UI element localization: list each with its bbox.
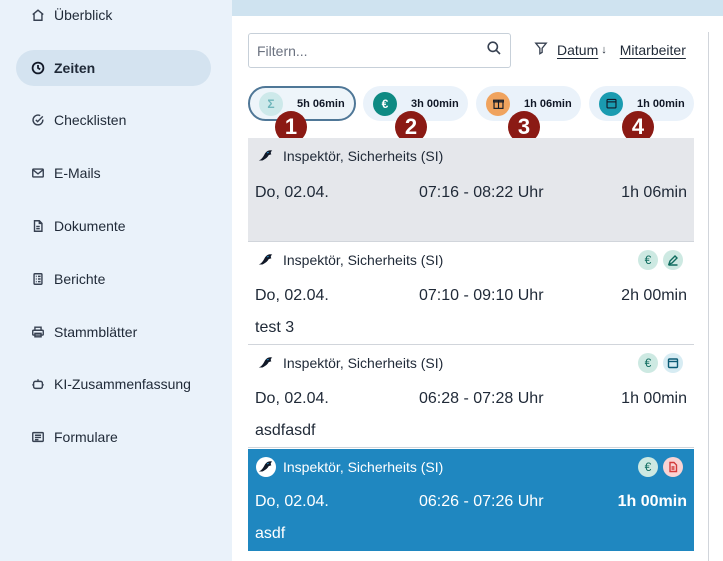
entry-date: Do, 02.04.: [255, 287, 329, 304]
sidebar-item-zeiten[interactable]: Zeiten: [16, 50, 211, 86]
calendar-icon: [663, 353, 683, 373]
sidebar-item-ueberblick[interactable]: Überblick: [16, 0, 211, 33]
entry-employee: Inspektör, Sicherheits (SI): [256, 353, 443, 373]
entry-note: asdf: [255, 525, 286, 542]
entry-note: test 3: [255, 319, 295, 336]
entry-duration: 1h 06min: [621, 184, 687, 201]
summary-billable-value: 3h 00min: [411, 97, 459, 110]
euro-icon: €: [373, 91, 397, 116]
entry-badges: €: [638, 250, 683, 270]
entry-time-range: 07:16 - 08:22 Uhr: [419, 184, 544, 201]
sidebar: Überblick Zeiten Checklisten E-Mails Dok…: [0, 0, 232, 561]
entry-employee: Inspektör, Sicherheits (SI): [256, 146, 443, 166]
entry-time-range: 06:26 - 07:26 Uhr: [419, 493, 544, 510]
group-by-link[interactable]: Mitarbeiter: [620, 42, 686, 58]
entry-date: Do, 02.04.: [255, 184, 329, 201]
sigma-icon: Σ: [259, 91, 283, 116]
sort-bar: Datum ↓ Mitarbeiter: [534, 41, 686, 58]
header-strip: [232, 0, 723, 16]
sidebar-item-formulare[interactable]: Formulare: [16, 419, 211, 455]
sidebar-item-stammblaetter[interactable]: Stammblätter: [16, 314, 211, 350]
filter-icon[interactable]: [534, 41, 548, 58]
entry-time-range: 06:28 - 07:28 Uhr: [419, 390, 544, 407]
time-entry-row-selected[interactable]: Inspektör, Sicherheits (SI) € Do, 02.04.…: [248, 449, 694, 551]
printer-icon: [30, 324, 46, 340]
clock-icon: [30, 60, 46, 76]
signature-icon: [663, 250, 683, 270]
entry-duration: 1h 00min: [621, 390, 687, 407]
sidebar-item-label: Checklisten: [54, 112, 127, 128]
summary-total-value: 5h 06min: [297, 97, 345, 110]
content-divider: [708, 32, 709, 561]
summary-gift-value: 1h 06min: [524, 97, 572, 110]
entry-employee-name: Inspektör, Sicherheits (SI): [283, 252, 444, 268]
entry-note: asdfasdf: [255, 422, 316, 439]
entry-employee-name: Inspektör, Sicherheits (SI): [283, 148, 444, 164]
panther-avatar: [256, 353, 276, 373]
robot-icon: [30, 376, 46, 392]
time-entry-row[interactable]: Inspektör, Sicherheits (SI) € Do, 02.04.…: [248, 242, 694, 345]
entry-date: Do, 02.04.: [255, 493, 329, 510]
search-icon[interactable]: [486, 40, 502, 61]
sidebar-item-label: Formulare: [54, 429, 118, 445]
sidebar-item-ki-zusammenfassung[interactable]: KI-Zusammenfassung: [16, 366, 211, 402]
summary-calendar-value: 1h 00min: [637, 97, 685, 110]
entry-employee-name: Inspektör, Sicherheits (SI): [283, 459, 444, 475]
report-icon: [30, 271, 46, 287]
sidebar-item-checklisten[interactable]: Checklisten: [16, 102, 211, 138]
euro-icon: €: [638, 250, 658, 270]
entry-time-range: 07:10 - 09:10 Uhr: [419, 287, 544, 304]
check-circle-icon: [30, 112, 46, 128]
home-icon: [30, 7, 46, 23]
sidebar-item-label: Überblick: [54, 7, 113, 23]
entry-date: Do, 02.04.: [255, 390, 329, 407]
sidebar-item-label: E-Mails: [54, 165, 101, 181]
entry-duration: 1h 00min: [617, 493, 687, 510]
sidebar-item-label: Dokumente: [54, 218, 126, 234]
pdf-icon: [663, 457, 683, 477]
panther-avatar: [256, 457, 276, 477]
gift-icon: [486, 91, 510, 116]
mail-icon: [30, 165, 46, 181]
euro-icon: €: [638, 353, 658, 373]
sidebar-item-label: Stammblätter: [54, 324, 138, 340]
time-entry-row[interactable]: Inspektör, Sicherheits (SI) € Do, 02.04.…: [248, 345, 694, 448]
filter-input[interactable]: [257, 42, 486, 59]
sort-field-link[interactable]: Datum: [557, 42, 598, 58]
filter-box: [248, 33, 511, 68]
time-entry-row[interactable]: Inspektör, Sicherheits (SI) Do, 02.04. 0…: [248, 138, 694, 242]
sidebar-item-dokumente[interactable]: Dokumente: [16, 208, 211, 244]
entry-badges: €: [638, 457, 683, 477]
entry-employee: Inspektör, Sicherheits (SI): [256, 250, 443, 270]
sidebar-item-berichte[interactable]: Berichte: [16, 261, 211, 297]
sidebar-item-label: Zeiten: [54, 60, 96, 76]
sort-direction-icon[interactable]: ↓: [601, 44, 607, 56]
entry-employee: Inspektör, Sicherheits (SI): [256, 457, 443, 477]
panther-avatar: [256, 250, 276, 270]
document-icon: [30, 218, 46, 234]
entry-duration: 2h 00min: [621, 287, 687, 304]
sidebar-item-emails[interactable]: E-Mails: [16, 155, 211, 191]
sidebar-item-label: KI-Zusammenfassung: [54, 376, 191, 392]
euro-icon: €: [638, 457, 658, 477]
panther-avatar: [256, 146, 276, 166]
sidebar-item-label: Berichte: [54, 271, 106, 287]
entry-badges: €: [638, 353, 683, 373]
calendar-icon: [599, 91, 623, 116]
entry-employee-name: Inspektör, Sicherheits (SI): [283, 355, 444, 371]
form-icon: [30, 429, 46, 445]
